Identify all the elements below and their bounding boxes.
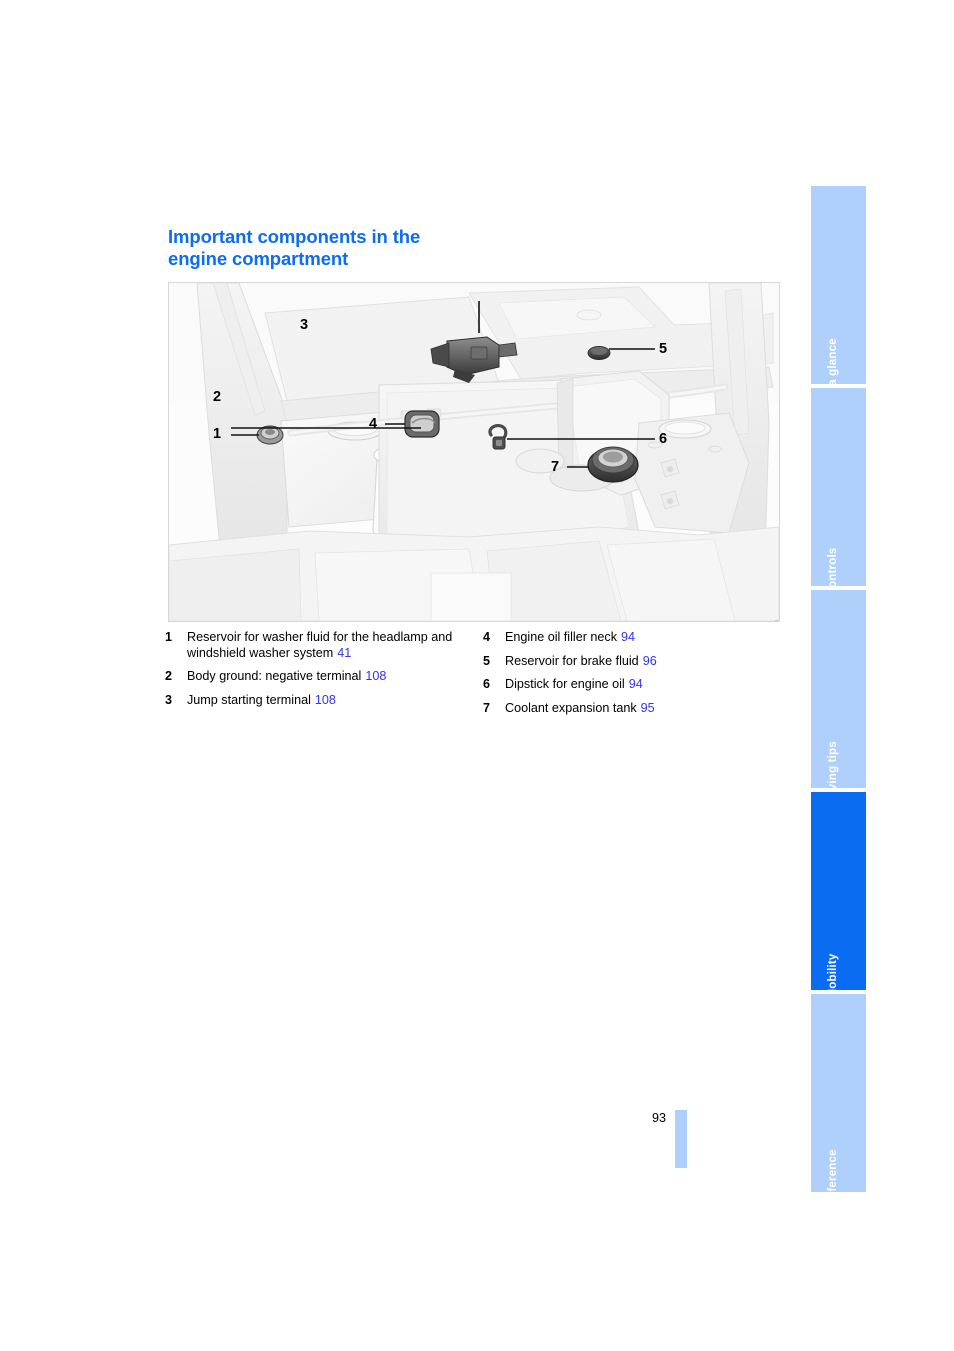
legend-label: Engine oil filler neck 94 [505, 630, 783, 646]
legend-label: Coolant expansion tank 95 [505, 701, 783, 717]
legend-number: 5 [483, 653, 491, 668]
section-tab-rail: At a glance Controls Driving tips Mobili… [811, 186, 866, 1207]
legend-text: Dipstick for engine oil [505, 677, 625, 691]
page-title: Important components in the engine compa… [168, 226, 628, 270]
legend-page-reference[interactable]: 94 [621, 630, 635, 644]
legend-number: 1 [165, 630, 173, 644]
sidebar-item-reference[interactable]: Reference [811, 994, 866, 1207]
callout-5: 5 [659, 341, 668, 357]
legend-page-reference[interactable]: 95 [641, 701, 655, 715]
legend-text: Engine oil filler neck [505, 630, 618, 644]
legend-label: Reservoir for washer fluid for the headl… [187, 630, 465, 661]
legend-item: 1 Reservoir for washer fluid for the hea… [165, 630, 465, 661]
tab-label: Reference [826, 1149, 839, 1207]
engine-compartment-illustration: 3 2 1 4 5 6 7 MV02513CMA [168, 282, 780, 622]
tab-label: Mobility [826, 953, 839, 999]
legend-text: Jump starting terminal [187, 692, 311, 707]
legend-text: Body ground: negative terminal [187, 669, 362, 683]
legend-item: 7 Coolant expansion tank 95 [483, 701, 783, 717]
legend-page-reference[interactable]: 96 [643, 654, 657, 668]
legend-page-reference[interactable]: 94 [629, 677, 643, 691]
callout-3: 3 [300, 317, 309, 333]
legend-label: Reservoir for brake fluid 96 [505, 654, 783, 670]
legend-page-reference[interactable]: 41 [337, 646, 351, 660]
legend-item: 5 Reservoir for brake fluid 96 [483, 654, 783, 670]
legend-label: Body ground: negative terminal 108 [187, 669, 465, 685]
legend-number: 2 [165, 669, 173, 683]
illustration-code: MV02513CMA [771, 619, 779, 621]
legend-text: Reservoir for washer fluid for the headl… [187, 630, 453, 660]
sidebar-item-at-a-glance[interactable]: At a glance [811, 186, 866, 402]
sidebar-item-driving-tips[interactable]: Driving tips [811, 590, 866, 807]
component-legend: 1 Reservoir for washer fluid for the hea… [165, 630, 785, 724]
legend-label: Dipstick for engine oil 94 [505, 677, 783, 693]
callout-6: 6 [659, 431, 668, 447]
legend-number: 6 [483, 677, 491, 691]
page-title-line-1: Important components in the [168, 226, 421, 247]
sidebar-item-mobility[interactable]: Mobility [811, 792, 866, 999]
legend-column-left: 1 Reservoir for washer fluid for the hea… [165, 630, 465, 724]
legend-number: 3 [165, 692, 173, 707]
legend-number: 7 [483, 700, 491, 715]
legend-page-reference[interactable]: 108 [365, 669, 386, 683]
callout-1: 1 [213, 426, 222, 442]
legend-number: 4 [483, 630, 491, 644]
callout-4: 4 [369, 416, 378, 432]
page-number: 93 [651, 1111, 666, 1125]
page-title-line-2: engine compartment [168, 248, 349, 269]
legend-text: Reservoir for brake fluid [505, 653, 639, 668]
legend-page-reference[interactable]: 108 [315, 693, 336, 707]
legend-column-right: 4 Engine oil filler neck 94 5 Reservoir f… [483, 630, 783, 724]
legend-label: Jump starting terminal 108 [187, 693, 465, 709]
legend-item: 6 Dipstick for engine oil 94 [483, 677, 783, 693]
callout-7: 7 [551, 459, 560, 475]
sidebar-item-controls[interactable]: Controls [811, 388, 866, 596]
legend-item: 4 Engine oil filler neck 94 [483, 630, 783, 646]
legend-text: Coolant expansion tank [505, 700, 637, 715]
page-edge-marker [675, 1110, 687, 1168]
legend-item: 2 Body ground: negative terminal 108 [165, 669, 465, 685]
callout-2: 2 [213, 389, 222, 405]
legend-item: 3 Jump starting terminal 108 [165, 693, 465, 709]
